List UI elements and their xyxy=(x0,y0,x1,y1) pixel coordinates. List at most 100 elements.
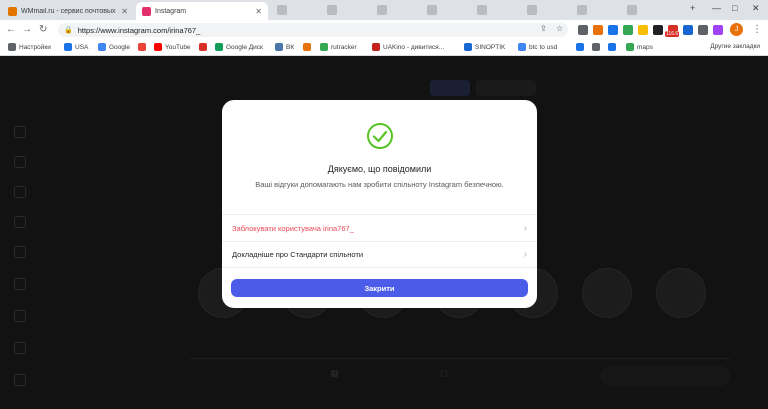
bookmark-youtube[interactable]: YouTube xyxy=(154,43,191,51)
other-bookmarks[interactable]: Другие закладки xyxy=(710,43,760,50)
bookmark-favicon-icon xyxy=(608,43,616,51)
tab-wmmail[interactable]: WMmail.ru - сервис почтовых ра ✕ xyxy=(2,2,134,20)
bookmark-p[interactable] xyxy=(576,43,584,51)
tab-favicon-icon[interactable] xyxy=(377,5,387,15)
create-icon xyxy=(14,310,26,322)
community-standards-option[interactable]: Докладніше про Стандарти спільноти › xyxy=(222,241,537,268)
home-icon xyxy=(14,126,26,138)
tab-favicon-icon[interactable] xyxy=(427,5,437,15)
back-icon[interactable]: ← xyxy=(6,23,16,37)
profile-icon xyxy=(14,342,26,354)
extension-icon[interactable] xyxy=(638,25,648,35)
reels-icon xyxy=(14,216,26,228)
tab-favicon-icon[interactable] xyxy=(527,5,537,15)
tab-instagram[interactable]: Instagram ✕ xyxy=(136,2,268,20)
sidebar-item xyxy=(14,246,26,258)
dialog-subtitle: Ваші відгуки допомагають нам зробити спі… xyxy=(255,180,504,189)
tab-favicon-icon[interactable] xyxy=(277,5,287,15)
sidebar xyxy=(0,56,160,409)
sidebar-item xyxy=(14,374,26,386)
extension-icon[interactable] xyxy=(623,25,633,35)
extensions-puzzle-icon[interactable] xyxy=(698,25,708,35)
bookmark-settings[interactable]: Настройки xyxy=(8,43,51,51)
bookmark-star-icon[interactable]: ☆ xyxy=(556,24,563,33)
heart-icon xyxy=(14,278,26,290)
bookmark-usa[interactable]: USA xyxy=(64,43,88,51)
sinoptik-icon xyxy=(464,43,472,51)
tab-title: WMmail.ru - сервис почтовых ра xyxy=(21,7,118,15)
report-confirmation-dialog: Дякуємо, що повідомили Ваші відгуки допо… xyxy=(222,100,537,308)
forward-icon[interactable]: → xyxy=(22,23,32,37)
bookmark-sinoptik[interactable]: SINOPTIK xyxy=(464,43,505,51)
extension-icon[interactable] xyxy=(683,25,693,35)
tab-favicon-icon[interactable] xyxy=(577,5,587,15)
sidebar-item xyxy=(14,216,26,228)
rutracker-icon xyxy=(320,43,328,51)
bookmark-label: YouTube xyxy=(165,43,191,51)
new-tab-icon[interactable]: + xyxy=(690,3,695,13)
vk-icon xyxy=(275,43,283,51)
profile-avatar[interactable]: J xyxy=(730,23,743,36)
bookmark-rutracker[interactable]: rutracker xyxy=(320,43,357,51)
bookmark-uakino[interactable]: UAKino - дивитися... xyxy=(372,43,444,51)
tab-favicon-icon[interactable] xyxy=(327,5,337,15)
block-user-option[interactable]: Заблокувати користувача irina767_ › xyxy=(222,214,537,241)
bookmark-favicon-icon xyxy=(592,43,600,51)
extension-icon[interactable] xyxy=(593,25,603,35)
tab-favicon-icon[interactable] xyxy=(477,5,487,15)
close-tab-icon[interactable]: ✕ xyxy=(121,7,128,16)
extension-icon[interactable] xyxy=(608,25,618,35)
google-icon xyxy=(518,43,526,51)
google-icon xyxy=(98,43,106,51)
bookmark-check[interactable] xyxy=(592,43,600,51)
extension-icon[interactable] xyxy=(653,25,663,35)
bookmark-label: maps xyxy=(637,43,653,51)
bookmark-label: rutracker xyxy=(331,43,357,51)
close-button[interactable]: Закрити xyxy=(231,279,528,297)
sidebar-item xyxy=(14,156,26,168)
extension-icon[interactable] xyxy=(713,25,723,35)
lock-icon: 🔒 xyxy=(64,27,73,34)
menu-icon[interactable]: ⋮ xyxy=(752,23,762,37)
bookmark-label: SINOPTIK xyxy=(475,43,506,51)
bookmark-label: Google xyxy=(109,43,130,51)
bookmark-btc-to-usd[interactable]: btc to usd xyxy=(518,43,557,51)
block-user-label: Заблокувати користувача irina767_ xyxy=(232,223,354,233)
sidebar-item xyxy=(14,278,26,290)
close-window-icon[interactable]: ✕ xyxy=(752,3,760,14)
folder-icon xyxy=(64,43,72,51)
bookmark-bc[interactable] xyxy=(608,43,616,51)
extension-badge: 116.6 xyxy=(665,31,680,37)
bookmark-vk[interactable]: ВК xyxy=(275,43,294,51)
posts-grid-icon: ▦ xyxy=(330,368,339,378)
bookmark-label: USA xyxy=(75,43,89,51)
bookmark-favicon-icon xyxy=(303,43,311,51)
browser-toolbar: ← → ↻ 🔒 https://www.instagram.com/irina7… xyxy=(0,20,768,40)
share-icon[interactable]: ⇪ xyxy=(540,24,547,33)
maximize-icon[interactable]: □ xyxy=(732,3,737,13)
close-tab-icon[interactable]: ✕ xyxy=(255,7,262,16)
minimize-icon[interactable]: — xyxy=(712,3,721,13)
sidebar-item xyxy=(14,126,26,138)
bookmark-google-drive[interactable]: Google Диск xyxy=(215,43,263,51)
youtube-icon xyxy=(154,43,162,51)
wmmail-favicon-icon xyxy=(8,6,17,16)
tab-strip: WMmail.ru - сервис почтовых ра ✕ Instagr… xyxy=(0,0,768,20)
reload-icon[interactable]: ↻ xyxy=(39,23,47,37)
bookmark-gmail[interactable] xyxy=(199,43,207,51)
messages-pill xyxy=(600,366,730,386)
search-icon xyxy=(14,156,26,168)
messages-icon xyxy=(14,246,26,258)
bookmark-f[interactable] xyxy=(303,43,311,51)
bookmark-yandex[interactable] xyxy=(138,43,146,51)
tab-title: Instagram xyxy=(155,7,187,15)
address-bar[interactable]: 🔒 https://www.instagram.com/irina767_ xyxy=(58,23,568,37)
bookmark-label: Настройки xyxy=(19,43,51,51)
bookmark-google[interactable]: Google xyxy=(98,43,130,51)
divider xyxy=(190,358,730,359)
bookmark-maps[interactable]: maps xyxy=(626,43,653,51)
bookmark-favicon-icon xyxy=(576,43,584,51)
bookmarks-bar: Настройки USA Google YouTube Google Диск… xyxy=(0,40,768,56)
extension-icon[interactable] xyxy=(578,25,588,35)
tab-favicon-icon[interactable] xyxy=(627,5,637,15)
